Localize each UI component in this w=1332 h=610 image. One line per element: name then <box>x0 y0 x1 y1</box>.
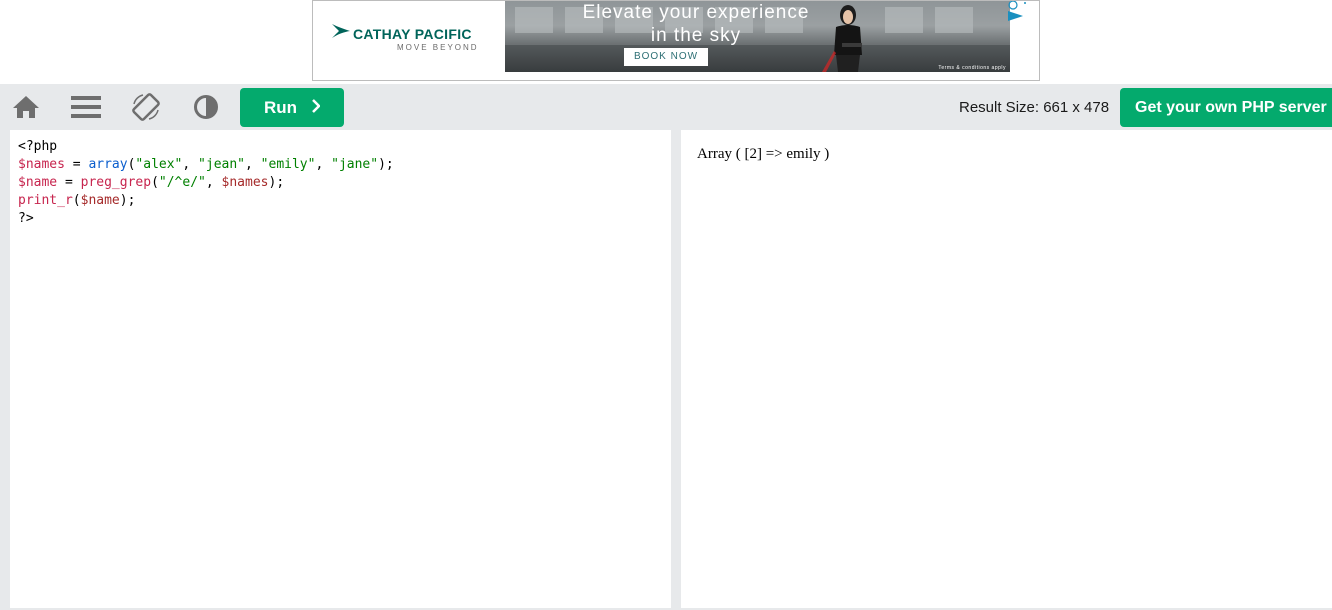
code-function: preg_grep <box>80 175 152 190</box>
ad-brand-name: CATHAY PACIFIC <box>353 26 472 42</box>
ad-area: CATHAY PACIFIC MOVE BEYOND Elevate your … <box>0 0 1332 84</box>
rotate-orientation-icon[interactable] <box>131 92 161 122</box>
advertisement-banner[interactable]: CATHAY PACIFIC MOVE BEYOND Elevate your … <box>312 0 1040 81</box>
php-close-tag: ?> <box>18 211 34 226</box>
panel-splitter[interactable] <box>671 130 681 610</box>
chevron-right-icon <box>311 98 321 118</box>
php-open-tag: <?php <box>18 139 58 154</box>
code-string: "alex" <box>135 157 183 172</box>
code-op: , <box>205 175 222 190</box>
book-now-button[interactable]: BOOK NOW <box>624 48 708 66</box>
code-text[interactable]: <?php $names = array ( "alex", "jean", "em… <box>18 138 394 228</box>
menu-icon[interactable] <box>71 92 101 122</box>
result-panel: Array ( [2] => emily ) <box>681 130 1332 608</box>
code-op: ); <box>378 157 394 172</box>
toolbar: Run Result Size: 661 x 478 Get your own … <box>0 84 1332 130</box>
result-output: Array ( [2] => emily ) <box>697 146 830 162</box>
code-var: $name <box>18 175 58 190</box>
ad-headline-line1: Elevate your experience <box>582 2 810 23</box>
code-op: , <box>182 157 199 172</box>
code-var: $names <box>18 157 65 172</box>
code-var: $name <box>80 193 120 208</box>
code-string: "jane" <box>331 157 379 172</box>
code-op: ( <box>151 175 159 190</box>
run-button-label: Run <box>263 97 298 117</box>
cathay-logo-icon <box>332 24 350 38</box>
home-icon[interactable] <box>11 92 41 122</box>
get-php-server-button[interactable]: Get your own PHP server <box>1120 88 1332 127</box>
code-op: = <box>64 157 89 172</box>
code-op: , <box>315 157 332 172</box>
code-function: array <box>88 157 128 172</box>
code-op: , <box>245 157 261 172</box>
code-op: = <box>57 175 81 190</box>
code-string: "emily" <box>260 157 316 172</box>
ad-terms-text: Terms & conditions apply <box>938 65 1006 71</box>
code-var: $names <box>221 175 269 190</box>
code-editor[interactable]: <?php $names = array ( "alex", "jean", "em… <box>10 130 671 608</box>
ad-photo-banner[interactable]: Elevate your experience in the sky BOOK … <box>505 1 1010 72</box>
code-op: ); <box>119 193 136 208</box>
code-function: print_r <box>18 193 73 208</box>
ad-headline-line2: in the sky <box>650 25 742 46</box>
ad-headline: Elevate your experience in the sky <box>551 1 841 47</box>
contrast-icon[interactable] <box>191 92 221 122</box>
code-op: ( <box>72 193 81 208</box>
run-button[interactable]: Run <box>240 88 344 127</box>
ad-choices-icon[interactable] <box>1005 1 1027 23</box>
code-string: "/^e/" <box>158 175 206 190</box>
code-string: "jean" <box>198 157 246 172</box>
ad-tagline: MOVE BEYOND <box>397 43 479 52</box>
result-size-label: Result Size: 661 x 478 <box>959 99 1110 116</box>
ad-logo: CATHAY PACIFIC MOVE BEYOND <box>331 21 501 61</box>
editor-result-area: <?php $names = array ( "alex", "jean", "em… <box>0 130 1332 610</box>
code-op: ); <box>268 175 285 190</box>
